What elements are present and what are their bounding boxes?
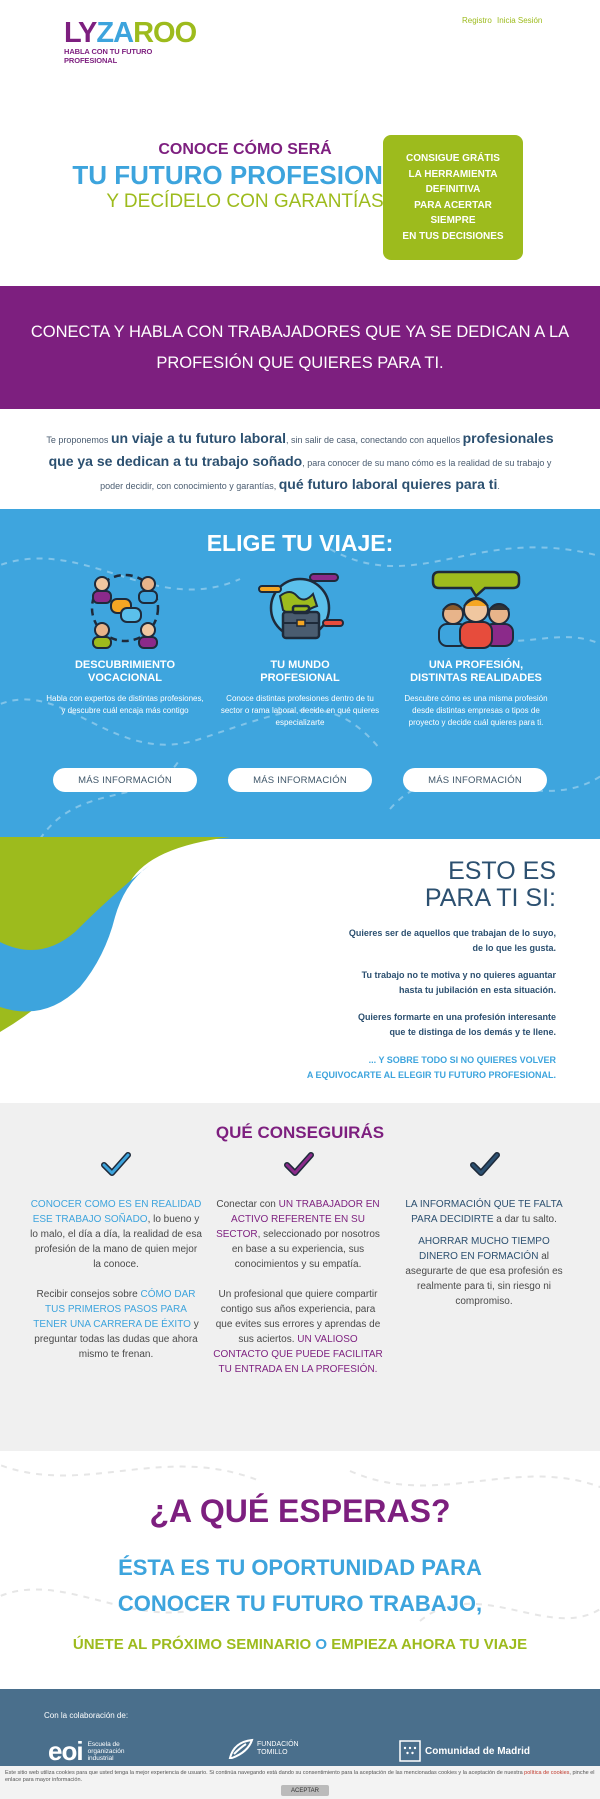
group-people-icon [431,566,521,650]
cookie-policy-link[interactable]: política de cookies [524,1770,569,1776]
register-link[interactable]: Registro [462,16,492,25]
join-seminar-line: ÚNETE AL PRÓXIMO SEMINARIO O EMPIEZA AHO… [72,1636,528,1653]
choose-journey-title: ELIGE TU VIAJE: [206,530,394,556]
journey-desc: Descubre cómo es una misma profesión [404,694,548,703]
journey-title-1: TU MUNDO [270,659,330,671]
eoi-logo: eoi Escuela de organización industrial [48,1736,125,1766]
intro-paragraph: Te proponemos un viaje a tu futuro labor… [46,430,554,492]
connect-banner: CONECTA Y HABLA CON TRABAJADORES QUE YA … [0,286,600,409]
comunidad-madrid-logo: Comunidad de Madrid [399,1740,530,1762]
more-info-button-realities[interactable]: MÁS INFORMACIÓN [403,768,547,792]
collaboration-label: Con la colaboración de: [44,1711,129,1720]
opportunity-line-2: CONOCER TU FUTURO TRABAJO, [117,1591,483,1616]
chat-people-icon [80,566,170,650]
journey-card-realities: UNA PROFESIÓN, DISTINTAS REALIDADES Descu… [391,566,561,729]
benefit-column-2: Conectar con UN TRABAJADOR EN ACTIVO REF… [213,1199,383,1375]
logo[interactable]: LYZAROO HABLA CON TU FUTURO PROFESIONAL [64,18,197,65]
journey-desc: Conoce distintas profesiones dentro de t… [226,694,374,703]
accept-cookies-button[interactable]: ACEPTAR [281,1785,329,1796]
benefits-title: QUÉ CONSEGUIRÁS [215,1123,385,1142]
free-tool-button[interactable]: CONSIGUE GRÁTIS LA HERRAMIENTA DEFINITIV… [383,135,523,260]
journey-title-1: DESCUBRIMIENTO [74,659,176,671]
tomillo-leaf-icon [228,1738,254,1759]
header: LYZAROO HABLA CON TU FUTURO PROFESIONAL … [0,0,600,110]
for-you-highlight: ... Y SOBRE TODO SI NO QUIERES VOLVER A E… [306,1055,556,1080]
for-you-item: Quieres ser de aquellos que trabajan de … [348,928,556,953]
opportunity-line-1: ÉSTA ES TU OPORTUNIDAD PARA [118,1555,482,1580]
journey-title-1: UNA PROFESIÓN, [428,659,524,671]
benefit-column-1: CONOCER COMO ES EN REALIDAD ESE TRABAJO … [30,1199,202,1360]
what-are-you-waiting-title: ¿A QUÉ ESPERAS? [149,1493,451,1529]
for-you-title: ESTO ES PARA TI SI: [424,857,556,912]
madrid-flag-icon [399,1740,421,1762]
checkmark-icon [101,1152,131,1176]
more-info-button-vocational[interactable]: MÁS INFORMACIÓN [53,768,197,792]
benefit-column-3: LA INFORMACIÓN QUE TE FALTA PARA DECIDIR… [405,1199,563,1307]
for-you-item: Tu trabajo no te motiva y no quieres agu… [361,970,556,995]
more-info-button-world[interactable]: MÁS INFORMACIÓN [228,768,372,792]
journey-card-vocational: DESCUBRIMIENTO VOCACIONAL Habla con exper… [40,566,210,717]
journey-desc: Habla con expertos de distintas profesio… [46,694,204,703]
for-you-item: Quieres formarte en una profesión intere… [357,1012,556,1037]
login-link[interactable]: Inicia Sesión [497,16,542,25]
checkmark-icon [470,1152,500,1176]
fundacion-tomillo-logo: FUNDACIÓN TOMILLO [228,1738,299,1760]
checkmark-icon [284,1152,314,1176]
globe-briefcase-icon [255,566,345,650]
journey-card-world: TU MUNDO PROFESIONAL Conoce distintas pro… [215,566,385,729]
logo-tagline: HABLA CON TU FUTURO PROFESIONAL [64,47,153,65]
swirl-decoration [0,837,230,1032]
